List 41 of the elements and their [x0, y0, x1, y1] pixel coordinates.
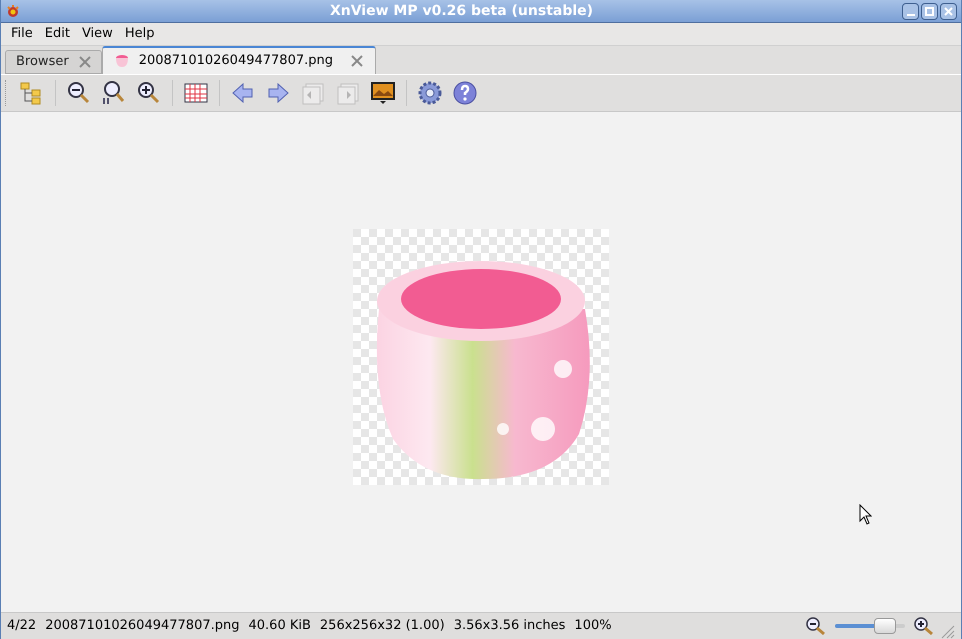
resize-grip-icon[interactable]: [941, 625, 955, 639]
grid-icon: [184, 81, 208, 105]
status-text: 4/22: [7, 617, 36, 636]
previous-page-icon: [301, 81, 325, 105]
settings-icon: [418, 81, 442, 105]
maximize-icon: [925, 6, 934, 16]
right-arrow-icon: [266, 81, 290, 105]
zoom-actual-size-icon: [102, 81, 126, 105]
status-text: 20087101026049477807.png: [45, 617, 240, 636]
help-icon: [453, 81, 477, 105]
minimize-icon: [906, 14, 914, 16]
zoom-out-icon[interactable]: [805, 616, 827, 636]
zoom-in-icon[interactable]: [913, 616, 935, 636]
pot-thumbnail-icon: [114, 54, 129, 68]
status-text: 40.60 KiB: [248, 617, 311, 636]
tab[interactable]: Browser: [5, 50, 102, 74]
slider-thumb[interactable]: [874, 618, 896, 634]
window-title: XnView MP v0.26 beta (unstable): [330, 2, 594, 18]
menu-item[interactable]: File: [5, 24, 39, 44]
status-text: 3.56x3.56 inches: [454, 617, 566, 636]
tab-label: 20087101026049477807.png: [138, 52, 333, 70]
status-text: 256x256x32 (1.00): [320, 617, 445, 636]
mouse-cursor-icon: [859, 504, 872, 526]
slideshow-screen-icon: [371, 81, 395, 105]
close-tab-icon[interactable]: [350, 55, 363, 67]
menu-item[interactable]: View: [76, 24, 119, 44]
menu-item[interactable]: Help: [118, 24, 160, 44]
zoom-slider[interactable]: [835, 618, 905, 634]
app-logo-icon: [5, 4, 21, 18]
close-button[interactable]: [940, 2, 957, 20]
minimize-button[interactable]: [902, 2, 919, 20]
status-text: 100%: [574, 617, 612, 636]
tab[interactable]: 20087101026049477807.png: [102, 46, 376, 74]
left-arrow-icon: [231, 81, 255, 105]
menu-item[interactable]: Edit: [38, 24, 76, 44]
close-icon: [944, 6, 953, 16]
zoom-out-icon: [67, 81, 91, 105]
tab-label: Browser: [16, 53, 69, 72]
next-page-icon: [336, 81, 360, 105]
zoom-in-icon: [137, 81, 161, 105]
maximize-button[interactable]: [921, 2, 938, 20]
